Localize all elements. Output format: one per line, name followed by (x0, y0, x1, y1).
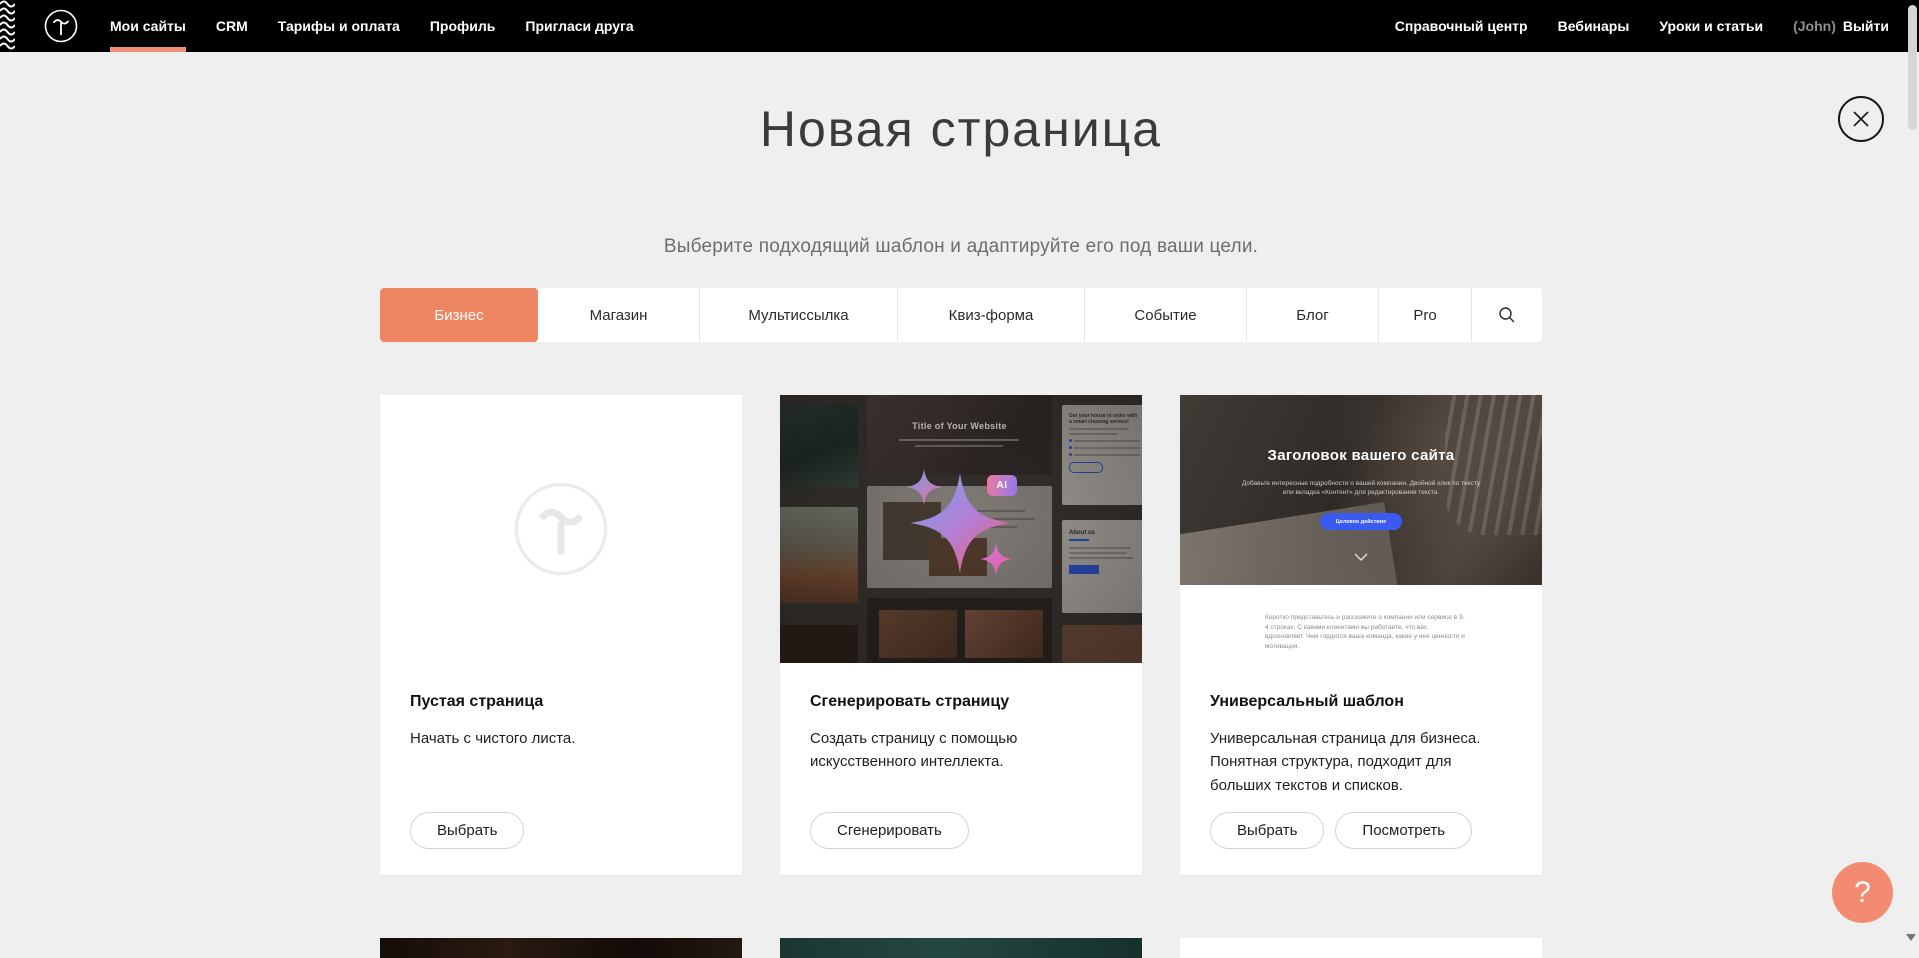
tilda-watermark-icon (513, 481, 609, 577)
card-universal-template: Заголовок вашего сайта Добавьте интересн… (1180, 395, 1542, 875)
generate-button[interactable]: Сгенерировать (810, 812, 969, 849)
tab-multilink[interactable]: Мультиссылка (700, 288, 898, 342)
card-title: Сгенерировать страницу (810, 693, 1112, 711)
template-card-partial[interactable] (780, 938, 1142, 958)
card-body: Универсальный шаблон Универсальная стран… (1180, 663, 1542, 875)
card-ai-generate: Title of Your Website Get your house in … (780, 395, 1142, 875)
template-card-partial[interactable] (1180, 938, 1542, 958)
nav-item-profile[interactable]: Профиль (430, 0, 496, 52)
scrollbar-thumb[interactable] (1908, 5, 1917, 130)
navbar-left-menu: Мои сайты CRM Тарифы и оплата Профиль Пр… (110, 0, 634, 52)
tab-pro[interactable]: Pro (1379, 288, 1472, 342)
scrollbar-down-arrow[interactable] (1906, 934, 1916, 941)
tab-business[interactable]: Бизнес (380, 288, 538, 342)
tab-search[interactable] (1472, 288, 1542, 342)
nav-item-lessons[interactable]: Уроки и статьи (1659, 0, 1763, 52)
close-icon (1851, 109, 1871, 129)
card-description: Создать страницу с помощью искусственног… (810, 727, 1112, 774)
preview-cta-button: Целевое действие (1320, 513, 1402, 530)
card-title: Пустая страница (410, 693, 712, 711)
card-body: Сгенерировать страницу Создать страницу … (780, 663, 1142, 875)
page-title: Новая страница (380, 100, 1542, 158)
logout-label: Выйти (1843, 18, 1889, 34)
help-chat-button[interactable]: ? (1832, 862, 1893, 923)
tab-event[interactable]: Событие (1085, 288, 1247, 342)
card-description: Начать с чистого листа. (410, 727, 712, 750)
ai-generate-preview[interactable]: Title of Your Website Get your house in … (780, 395, 1142, 663)
tab-store[interactable]: Магазин (538, 288, 700, 342)
card-description: Универсальная страница для бизнеса. Поня… (1210, 727, 1512, 797)
view-button[interactable]: Посмотреть (1335, 812, 1472, 849)
nav-item-crm[interactable]: CRM (216, 0, 248, 52)
blank-page-preview[interactable] (380, 395, 742, 663)
page-subtitle: Выберите подходящий шаблон и адаптируйте… (330, 236, 1592, 258)
preview-body-text: Коротко представьтесь и расскажите о ком… (1265, 613, 1465, 657)
nav-item-webinars[interactable]: Вебинары (1558, 0, 1630, 52)
nav-item-tariffs[interactable]: Тарифы и оплата (278, 0, 400, 52)
template-category-tabs: Бизнес Магазин Мультиссылка Квиз-форма С… (380, 288, 1542, 342)
choose-button[interactable]: Выбрать (410, 812, 524, 849)
tab-quiz-form[interactable]: Квиз-форма (898, 288, 1085, 342)
user-name: (John) (1793, 18, 1836, 34)
preview-hero-subtitle: Добавьте интересные подробности о вашей … (1236, 479, 1486, 497)
tilda-logo[interactable] (44, 9, 78, 43)
new-page-modal: Мои сайты CRM Тарифы и оплата Профиль Пр… (0, 0, 1919, 944)
nav-item-help-center[interactable]: Справочный центр (1395, 0, 1528, 52)
nav-item-invite-friend[interactable]: Пригласи друга (525, 0, 633, 52)
card-blank-page: Пустая страница Начать с чистого листа. … (380, 395, 742, 875)
template-card-partial[interactable] (380, 938, 742, 958)
chevron-down-icon (1354, 553, 1368, 561)
navbar-right-menu: Справочный центр Вебинары Уроки и статьи… (1395, 0, 1889, 52)
template-cards-row-2 (380, 938, 1542, 958)
nav-item-logout[interactable]: (John) Выйти (1793, 0, 1889, 52)
tab-blog[interactable]: Блог (1247, 288, 1379, 342)
universal-template-preview[interactable]: Заголовок вашего сайта Добавьте интересн… (1180, 395, 1542, 663)
zigzag-pattern (0, 0, 15, 52)
hero-person-shape (1445, 395, 1542, 535)
choose-button[interactable]: Выбрать (1210, 812, 1324, 849)
close-button[interactable] (1838, 96, 1884, 142)
ai-sparkle-tiny-icon (980, 543, 1012, 575)
top-navbar: Мои сайты CRM Тарифы и оплата Профиль Пр… (0, 0, 1919, 52)
template-cards-row: Пустая страница Начать с чистого листа. … (380, 395, 1542, 875)
preview-hero-section: Заголовок вашего сайта Добавьте интересн… (1180, 395, 1542, 585)
ai-badge: AI (987, 475, 1017, 496)
nav-item-my-sites[interactable]: Мои сайты (110, 0, 186, 52)
card-title: Универсальный шаблон (1210, 693, 1512, 711)
search-icon (1498, 306, 1516, 324)
card-body: Пустая страница Начать с чистого листа. … (380, 663, 742, 875)
preview-hero-title: Заголовок вашего сайта (1180, 447, 1542, 464)
preview-text-section: Коротко представьтесь и расскажите о ком… (1180, 585, 1542, 663)
